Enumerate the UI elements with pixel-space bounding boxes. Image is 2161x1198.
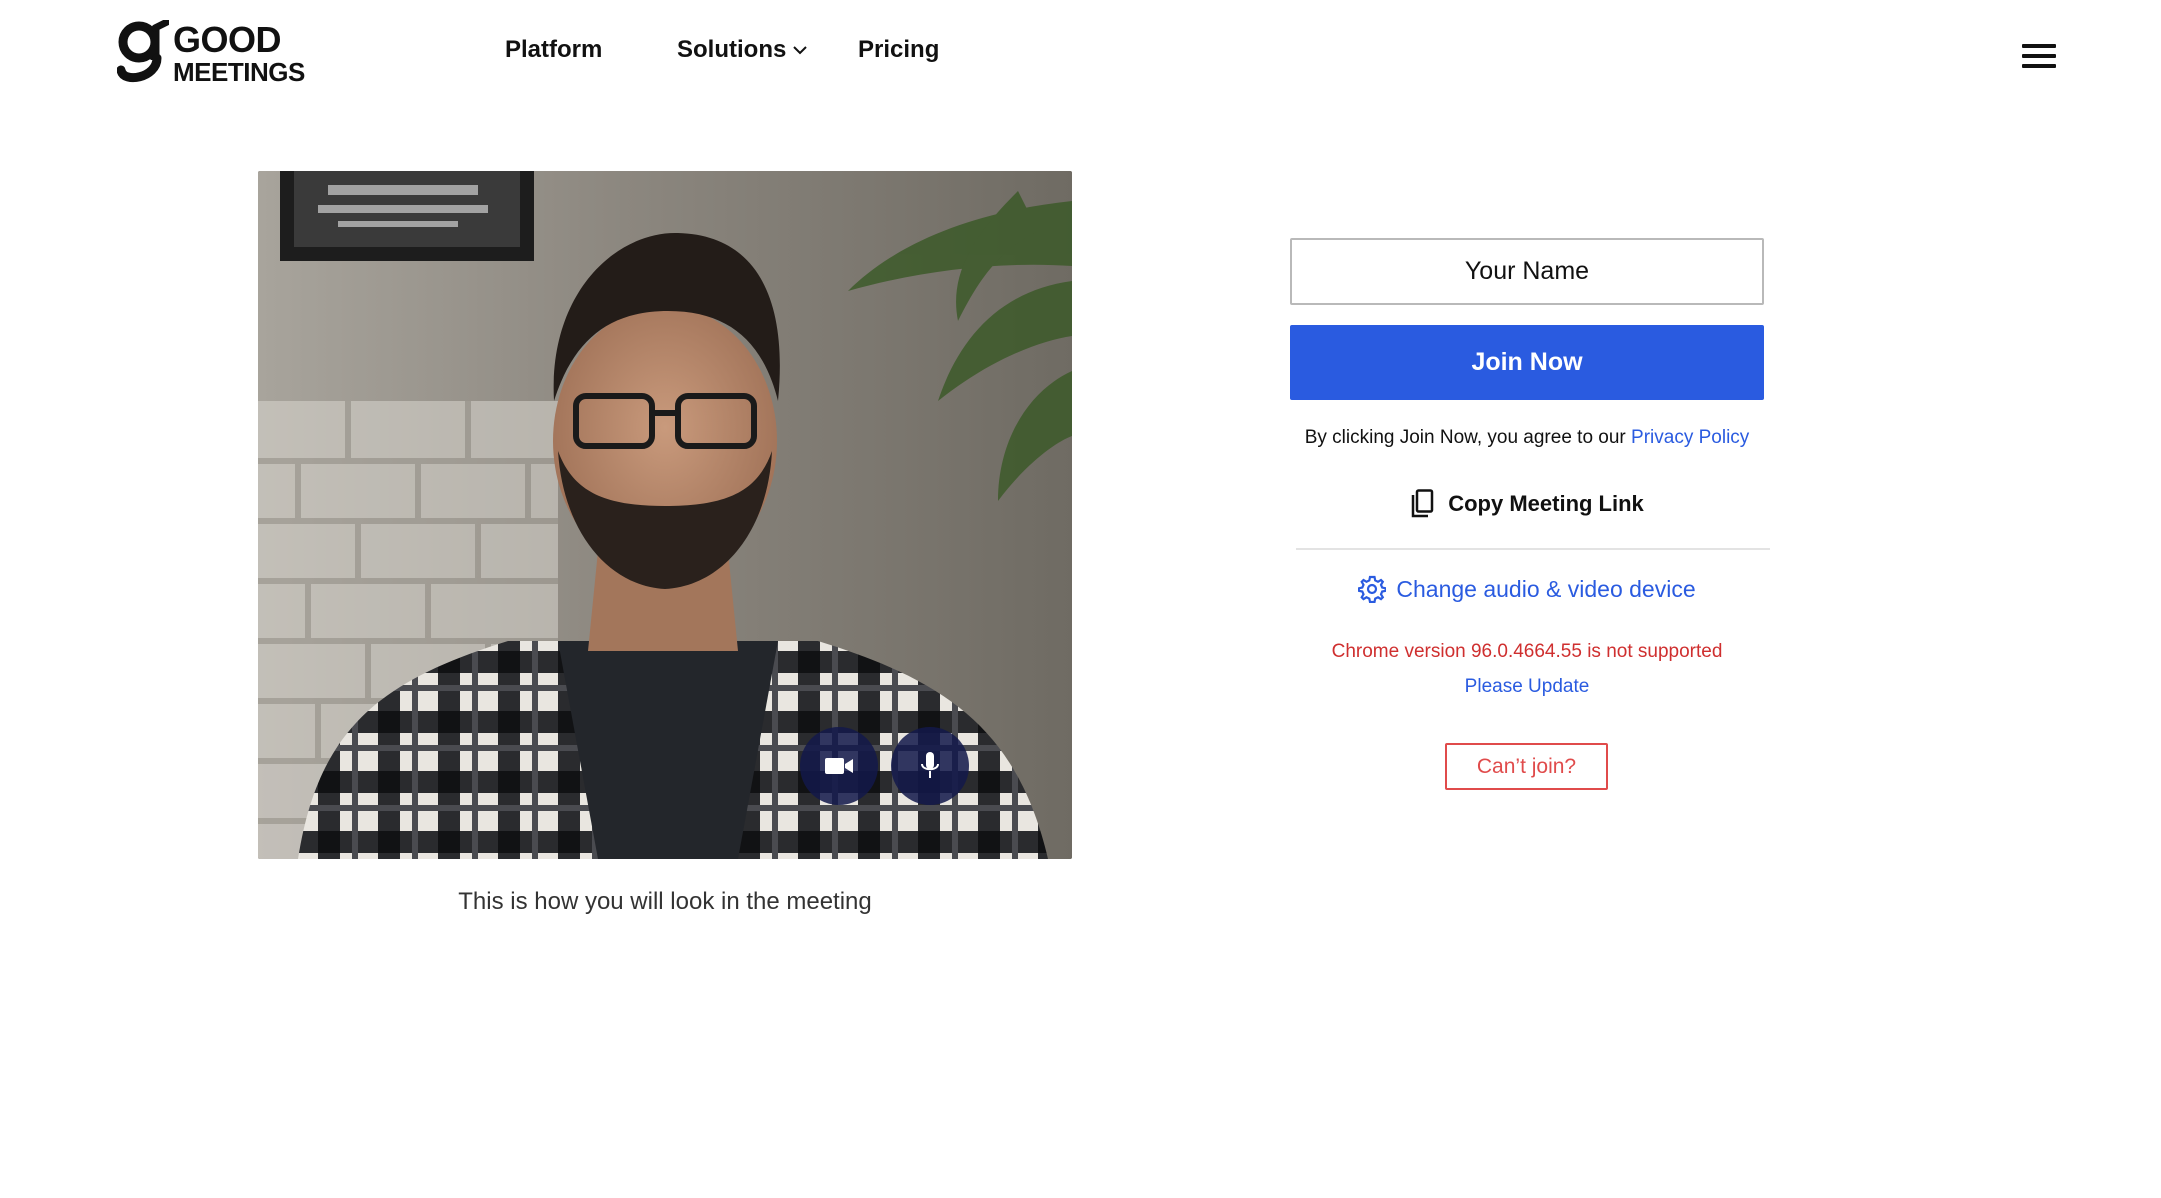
menu-line [2022,64,2056,68]
nav-platform-label: Platform [505,36,603,63]
good-meetings-logo[interactable]: GOOD MEETINGS [116,18,305,86]
video-camera-icon [825,758,853,774]
browser-unsupported-warning: Chrome version 96.0.4664.55 is not suppo… [1331,641,1723,662]
copy-meeting-link-label: Copy Meeting Link [1448,491,1644,516]
g-logo-icon [116,18,171,86]
please-update-link[interactable]: Please Update [1290,676,1764,698]
nav-solutions-label: Solutions [677,36,787,63]
logo-line-1: GOOD [173,18,282,60]
microphone-icon [921,752,939,778]
hamburger-menu-icon[interactable] [2022,44,2056,70]
privacy-policy-link[interactable]: Privacy Policy [1631,427,1749,448]
menu-line [2022,54,2056,58]
chevron-down-icon [793,46,808,55]
copy-meeting-link-button[interactable]: Copy Meeting Link [1290,489,1764,519]
join-now-button[interactable]: Join Now [1290,325,1764,400]
copy-icon [1411,489,1434,518]
logo-line-2: MEETINGS [173,56,305,87]
privacy-agreement: By clicking Join Now, you agree to our P… [1290,427,1764,449]
gear-icon [1358,575,1387,603]
divider [1296,548,1770,550]
nav-pricing[interactable]: Pricing [858,36,939,64]
camera-toggle-button[interactable] [800,727,878,805]
agreement-text: By clicking Join Now, you agree to our [1304,427,1632,448]
camera-preview [258,171,1072,859]
nav-solutions[interactable]: Solutions [677,36,808,64]
your-name-input[interactable] [1290,238,1764,305]
logo-wordmark: GOOD MEETINGS [173,18,305,87]
site-header: GOOD MEETINGS Platform Solutions Pricing [0,0,2161,110]
cant-join-button[interactable]: Can’t join? [1445,743,1608,790]
change-device-label: Change audio & video device [1396,575,1696,602]
preview-caption: This is how you will look in the meeting [458,888,872,915]
nav-platform[interactable]: Platform [505,36,602,64]
change-device-link[interactable]: Change audio & video device [1290,575,1764,603]
microphone-toggle-button[interactable] [891,727,969,805]
nav-pricing-label: Pricing [858,36,940,63]
menu-line [2022,44,2056,48]
